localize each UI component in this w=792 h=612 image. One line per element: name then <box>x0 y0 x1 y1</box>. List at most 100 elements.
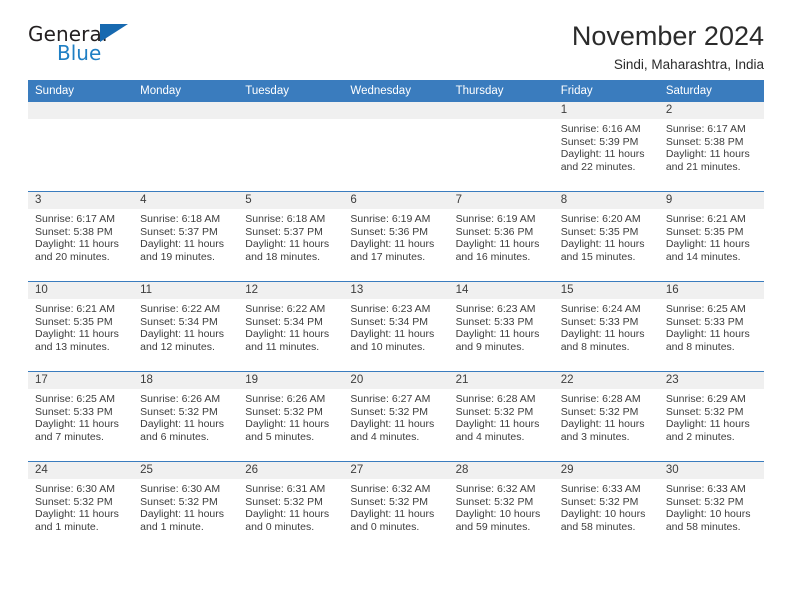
calendar-day-cell[interactable]: 29 Sunrise: 6:33 AM Sunset: 5:32 PM Dayligh… <box>553 461 659 551</box>
general-blue-logo[interactable]: General Blue <box>28 22 138 70</box>
weekday-header-thursday: Thursday <box>448 80 554 102</box>
calendar-day-cell[interactable]: 6 Sunrise: 6:19 AM Sunset: 5:36 PM Daylight… <box>343 191 449 282</box>
calendar-day-cell[interactable]: 23 Sunrise: 6:29 AM Sunset: 5:32 PM Dayligh… <box>658 371 764 462</box>
calendar-week-row: 10 Sunrise: 6:21 AM Sunset: 5:35 PM Dayligh… <box>28 281 764 372</box>
sunrise-time: Sunrise: 6:17 AM <box>665 123 746 135</box>
calendar-day-cell[interactable]: 5 Sunrise: 6:18 AM Sunset: 5:37 PM Daylight… <box>238 191 344 282</box>
calendar-day-cell[interactable]: 3 Sunrise: 6:17 AM Sunset: 5:38 PM Daylight… <box>28 191 134 282</box>
calendar-day-cell[interactable]: 27 Sunrise: 6:32 AM Sunset: 5:32 PM Dayligh… <box>343 461 449 551</box>
calendar-day-cell[interactable]: 16 Sunrise: 6:25 AM Sunset: 5:33 PM Dayligh… <box>658 281 764 372</box>
day-details: Sunrise: 6:17 AM Sunset: 5:38 PM Daylight:… <box>659 119 764 173</box>
calendar-day-cell[interactable]: 4 Sunrise: 6:18 AM Sunset: 5:37 PM Daylight… <box>133 191 239 282</box>
page-title: November 2024 <box>571 21 764 51</box>
calendar-cell-empty <box>343 102 449 192</box>
calendar-day-cell[interactable]: 14 Sunrise: 6:23 AM Sunset: 5:33 PM Dayligh… <box>448 281 554 372</box>
sunrise-time: Sunrise: 6:18 AM <box>245 213 326 225</box>
sunrise-time: Sunrise: 6:23 AM <box>350 303 431 315</box>
day-number <box>133 102 239 119</box>
calendar-day-cell[interactable]: 18 Sunrise: 6:26 AM Sunset: 5:32 PM Dayligh… <box>133 371 239 462</box>
sunrise-time: Sunrise: 6:23 AM <box>455 303 536 315</box>
calendar-day-cell[interactable]: 15 Sunrise: 6:24 AM Sunset: 5:33 PM Dayligh… <box>553 281 659 372</box>
day-number: 2 <box>658 102 764 119</box>
sunrise-time: Sunrise: 6:19 AM <box>455 213 536 225</box>
calendar-day-cell[interactable]: 11 Sunrise: 6:22 AM Sunset: 5:34 PM Dayligh… <box>133 281 239 372</box>
sunrise-time: Sunrise: 6:24 AM <box>560 303 641 315</box>
sunset-time: Sunset: 5:39 PM <box>560 135 639 148</box>
sunrise-time: Sunrise: 6:33 AM <box>665 483 746 495</box>
daylight-duration: Daylight: 11 hours and 4 minutes. <box>350 418 435 443</box>
day-details: Sunrise: 6:22 AM Sunset: 5:34 PM Daylight:… <box>238 299 343 353</box>
day-number: 19 <box>238 372 344 389</box>
sunset-time: Sunset: 5:37 PM <box>140 225 218 238</box>
sunset-time: Sunset: 5:37 PM <box>245 225 323 238</box>
calendar-body: 1 Sunrise: 6:16 AM Sunset: 5:39 PM Daylight… <box>28 102 764 551</box>
sunrise-time: Sunrise: 6:27 AM <box>350 393 431 405</box>
day-details: Sunrise: 6:28 AM Sunset: 5:32 PM Daylight:… <box>449 389 554 443</box>
day-number <box>448 102 554 119</box>
calendar-week-row: 17 Sunrise: 6:25 AM Sunset: 5:33 PM Dayligh… <box>28 371 764 462</box>
day-number: 5 <box>238 192 344 209</box>
calendar-cell-empty <box>448 102 554 192</box>
calendar-day-cell[interactable]: 8 Sunrise: 6:20 AM Sunset: 5:35 PM Daylight… <box>553 191 659 282</box>
day-number: 11 <box>133 282 239 299</box>
sunrise-time: Sunrise: 6:22 AM <box>140 303 221 315</box>
day-details: Sunrise: 6:25 AM Sunset: 5:33 PM Daylight:… <box>659 299 764 353</box>
sunset-time: Sunset: 5:36 PM <box>350 225 429 238</box>
sunrise-time: Sunrise: 6:26 AM <box>245 393 326 405</box>
day-details: Sunrise: 6:19 AM Sunset: 5:36 PM Daylight:… <box>449 209 554 263</box>
sunset-time: Sunset: 5:35 PM <box>560 225 639 238</box>
calendar-day-cell[interactable]: 12 Sunrise: 6:22 AM Sunset: 5:34 PM Dayligh… <box>238 281 344 372</box>
calendar-day-cell[interactable]: 13 Sunrise: 6:23 AM Sunset: 5:34 PM Dayligh… <box>343 281 449 372</box>
calendar-cell-empty <box>133 102 239 192</box>
sunset-time: Sunset: 5:34 PM <box>350 315 429 328</box>
calendar-day-cell[interactable]: 20 Sunrise: 6:27 AM Sunset: 5:32 PM Dayligh… <box>343 371 449 462</box>
day-number: 15 <box>553 282 659 299</box>
calendar-day-cell[interactable]: 19 Sunrise: 6:26 AM Sunset: 5:32 PM Dayligh… <box>238 371 344 462</box>
calendar-day-cell[interactable]: 2 Sunrise: 6:17 AM Sunset: 5:38 PM Daylight… <box>658 102 764 192</box>
day-number: 27 <box>343 462 449 479</box>
calendar-day-cell[interactable]: 10 Sunrise: 6:21 AM Sunset: 5:35 PM Dayligh… <box>28 281 134 372</box>
calendar-day-cell[interactable]: 30 Sunrise: 6:33 AM Sunset: 5:32 PM Dayligh… <box>658 461 764 551</box>
day-details: Sunrise: 6:22 AM Sunset: 5:34 PM Daylight:… <box>133 299 238 353</box>
sunrise-time: Sunrise: 6:19 AM <box>350 213 431 225</box>
sunset-time: Sunset: 5:33 PM <box>665 315 744 328</box>
sunrise-time: Sunrise: 6:21 AM <box>665 213 746 225</box>
day-number: 12 <box>238 282 344 299</box>
daylight-duration: Daylight: 11 hours and 20 minutes. <box>35 238 119 263</box>
calendar-day-cell[interactable]: 25 Sunrise: 6:30 AM Sunset: 5:32 PM Dayligh… <box>133 461 239 551</box>
weekday-header-saturday: Saturday <box>658 80 764 102</box>
calendar-day-cell[interactable]: 1 Sunrise: 6:16 AM Sunset: 5:39 PM Daylight… <box>553 102 659 192</box>
daylight-duration: Daylight: 11 hours and 7 minutes. <box>35 418 119 443</box>
sunrise-time: Sunrise: 6:26 AM <box>140 393 221 405</box>
sunrise-time: Sunrise: 6:29 AM <box>665 393 746 405</box>
calendar-day-cell[interactable]: 24 Sunrise: 6:30 AM Sunset: 5:32 PM Dayligh… <box>28 461 134 551</box>
calendar-day-cell[interactable]: 7 Sunrise: 6:19 AM Sunset: 5:36 PM Daylight… <box>448 191 554 282</box>
daylight-duration: Daylight: 11 hours and 16 minutes. <box>455 238 540 263</box>
day-details: Sunrise: 6:16 AM Sunset: 5:39 PM Daylight:… <box>554 119 659 173</box>
daylight-duration: Daylight: 11 hours and 0 minutes. <box>350 508 435 533</box>
sunset-time: Sunset: 5:34 PM <box>245 315 323 328</box>
calendar-day-cell[interactable]: 21 Sunrise: 6:28 AM Sunset: 5:32 PM Dayligh… <box>448 371 554 462</box>
calendar-day-cell[interactable]: 22 Sunrise: 6:28 AM Sunset: 5:32 PM Dayligh… <box>553 371 659 462</box>
triangle-flag-icon <box>100 24 128 42</box>
sunset-time: Sunset: 5:32 PM <box>560 405 639 418</box>
day-details: Sunrise: 6:21 AM Sunset: 5:35 PM Daylight:… <box>659 209 764 263</box>
calendar-week-row: 3 Sunrise: 6:17 AM Sunset: 5:38 PM Daylight… <box>28 191 764 282</box>
calendar-day-cell[interactable]: 28 Sunrise: 6:32 AM Sunset: 5:32 PM Dayligh… <box>448 461 554 551</box>
sunset-time: Sunset: 5:35 PM <box>665 225 744 238</box>
sunset-time: Sunset: 5:32 PM <box>140 405 218 418</box>
day-number: 8 <box>553 192 659 209</box>
calendar-day-cell[interactable]: 9 Sunrise: 6:21 AM Sunset: 5:35 PM Daylight… <box>658 191 764 282</box>
day-details: Sunrise: 6:30 AM Sunset: 5:32 PM Daylight:… <box>28 479 133 533</box>
day-details: Sunrise: 6:17 AM Sunset: 5:38 PM Daylight:… <box>28 209 133 263</box>
daylight-duration: Daylight: 11 hours and 18 minutes. <box>245 238 330 263</box>
sunset-time: Sunset: 5:36 PM <box>455 225 534 238</box>
calendar-day-cell[interactable]: 17 Sunrise: 6:25 AM Sunset: 5:33 PM Dayligh… <box>28 371 134 462</box>
day-number: 6 <box>343 192 449 209</box>
daylight-duration: Daylight: 11 hours and 11 minutes. <box>245 328 330 353</box>
day-details: Sunrise: 6:30 AM Sunset: 5:32 PM Daylight:… <box>133 479 238 533</box>
daylight-duration: Daylight: 11 hours and 17 minutes. <box>350 238 435 263</box>
daylight-duration: Daylight: 11 hours and 8 minutes. <box>665 328 750 353</box>
day-number: 29 <box>553 462 659 479</box>
calendar-day-cell[interactable]: 26 Sunrise: 6:31 AM Sunset: 5:32 PM Dayligh… <box>238 461 344 551</box>
